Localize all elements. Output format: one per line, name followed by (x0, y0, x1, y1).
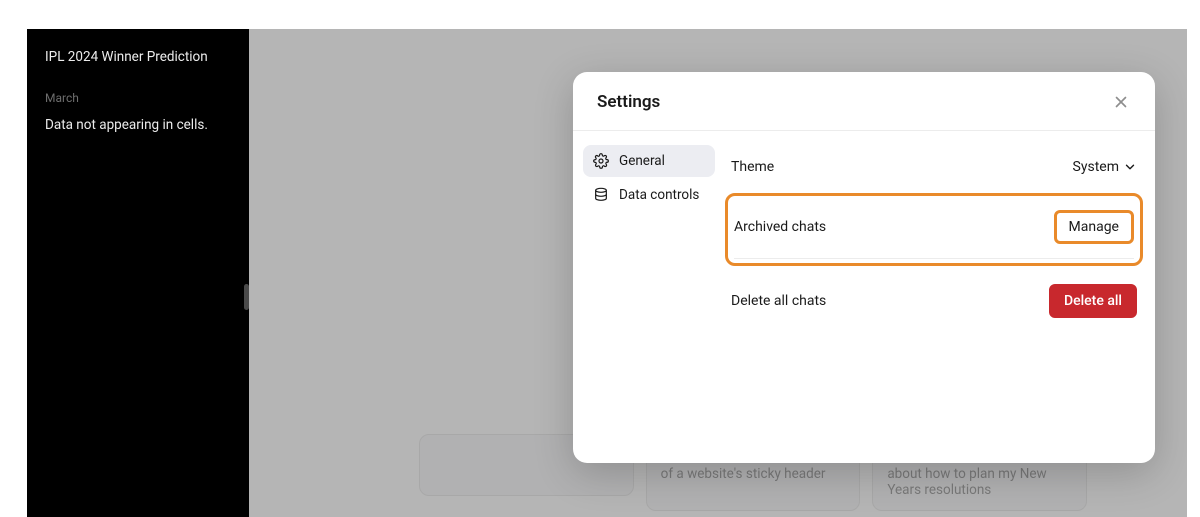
setting-row-theme: Theme System (731, 145, 1137, 189)
sidebar-item-chat[interactable]: IPL 2024 Winner Prediction (39, 45, 237, 69)
close-button[interactable] (1111, 92, 1131, 112)
close-icon (1112, 93, 1130, 111)
setting-row-delete-all: Delete all chats Delete all (731, 270, 1137, 332)
nav-item-general[interactable]: General (583, 145, 715, 177)
theme-select[interactable]: System (1073, 159, 1137, 175)
nav-item-label: Data controls (619, 187, 699, 203)
modal-body: General Data controls Theme System (573, 131, 1155, 463)
modal-title: Settings (597, 92, 660, 112)
setting-row-archived: Archived chats Manage (734, 200, 1134, 259)
button-label: Manage (1069, 219, 1119, 235)
setting-label: Archived chats (734, 219, 826, 235)
app-frame: IPL 2024 Winner Prediction March Data no… (27, 29, 1187, 517)
delete-all-button[interactable]: Delete all (1049, 284, 1137, 318)
button-label: Delete all (1064, 293, 1122, 309)
highlight-annotation: Archived chats Manage (725, 193, 1143, 266)
database-icon (593, 187, 609, 203)
nav-item-data-controls[interactable]: Data controls (583, 179, 715, 211)
sidebar-item-label: IPL 2024 Winner Prediction (45, 49, 208, 65)
theme-value: System (1073, 159, 1119, 175)
setting-label: Theme (731, 159, 774, 175)
setting-label: Delete all chats (731, 293, 826, 309)
nav-item-label: General (619, 153, 665, 169)
chevron-down-icon (1123, 160, 1137, 174)
main-area: Show me a code snippet of a website's st… (249, 29, 1187, 517)
gear-icon (593, 153, 609, 169)
manage-button[interactable]: Manage (1054, 210, 1134, 244)
settings-modal: Settings General Data controls (573, 72, 1155, 463)
settings-nav: General Data controls (573, 131, 725, 463)
sidebar-item-chat[interactable]: Data not appearing in cells. (39, 113, 237, 137)
sidebar: IPL 2024 Winner Prediction March Data no… (27, 29, 249, 517)
settings-content: Theme System Archived chats Manage (725, 131, 1155, 463)
sidebar-item-label: Data not appearing in cells. (45, 117, 208, 133)
modal-header: Settings (573, 72, 1155, 131)
sidebar-section-label: March (39, 87, 237, 109)
